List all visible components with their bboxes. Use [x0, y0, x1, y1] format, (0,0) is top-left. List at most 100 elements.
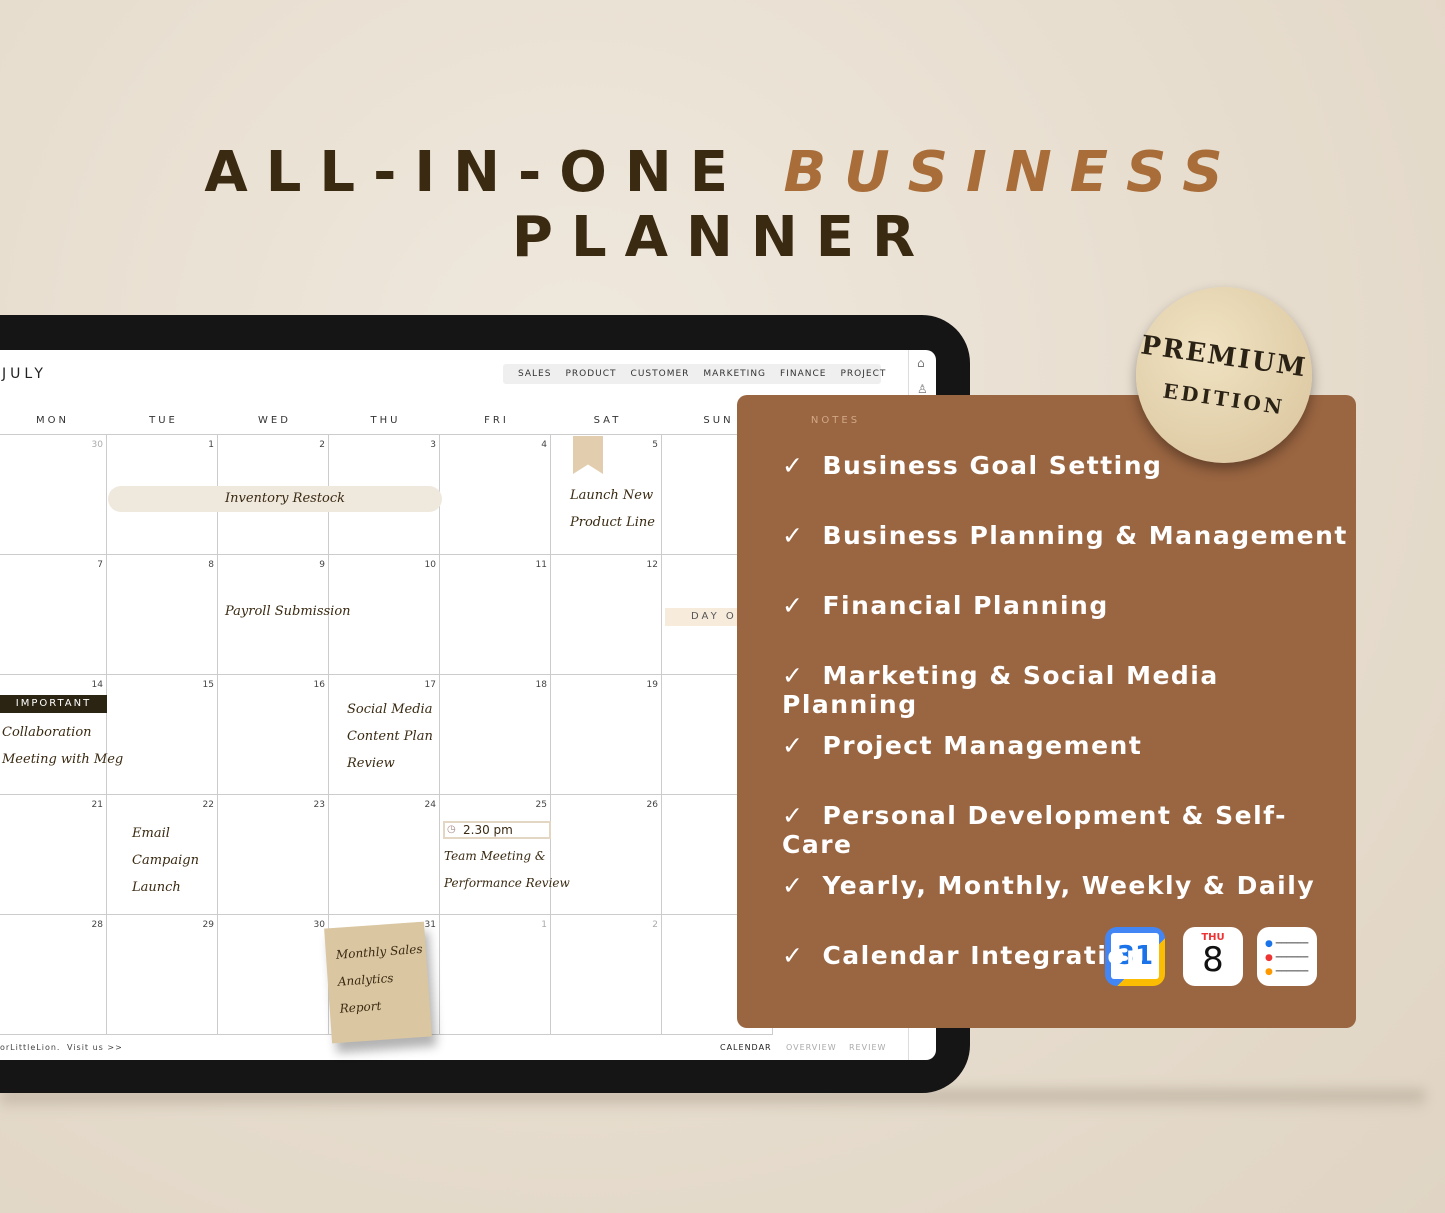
headline-part2: PLANNER — [511, 205, 934, 270]
day-number: 7 — [97, 560, 103, 570]
day-cell[interactable]: 28 — [0, 915, 107, 1035]
weekday-thu: THU — [370, 415, 401, 426]
weekday-tue: TUE — [149, 415, 178, 426]
event-payroll[interactable]: Payroll Submission — [225, 598, 351, 625]
badge-line2: EDITION — [1161, 378, 1287, 420]
tab-customer[interactable]: CUSTOMER — [631, 369, 690, 379]
headline: ALL-IN-ONE BUSINESS PLANNER — [0, 140, 1445, 270]
reminders-icon: ● ────── ● ────── ● ────── — [1257, 927, 1317, 986]
check-icon: ✓ — [782, 801, 805, 830]
ical-date: 8 — [1202, 940, 1224, 980]
tab-sales[interactable]: SALES — [518, 369, 551, 379]
home-icon[interactable]: ⌂ — [917, 356, 925, 370]
day-cell[interactable]: 30 — [218, 915, 329, 1035]
weekday-sat: SAT — [593, 415, 622, 426]
feature-label: Business Planning & Management — [822, 521, 1348, 550]
day-number: 4 — [541, 440, 547, 450]
feature-item: ✓ Personal Development & Self-Care — [782, 801, 1356, 859]
day-cell[interactable]: 19 — [551, 675, 662, 795]
day-cell[interactable]: 11 — [440, 555, 551, 675]
visit-link[interactable]: Visit us >> — [67, 1043, 123, 1052]
day-number: 18 — [535, 680, 547, 690]
feature-item: ✓ Business Goal Setting — [782, 451, 1162, 480]
day-number: 10 — [424, 560, 436, 570]
event-team[interactable]: Team Meeting & Performance Review — [444, 843, 570, 897]
feature-item: ✓ Business Planning & Management — [782, 521, 1348, 550]
event-email[interactable]: Email Campaign Launch — [132, 820, 199, 901]
day-number: 5 — [652, 440, 658, 450]
headline-part1: ALL-IN-ONE — [204, 140, 746, 205]
day-cell[interactable]: 18 — [440, 675, 551, 795]
day-number: 21 — [91, 800, 103, 810]
section-tabs: SALES PRODUCT CUSTOMER MARKETING FINANCE PROJ… — [503, 364, 885, 384]
check-icon: ✓ — [782, 661, 805, 690]
day-number: 2 — [652, 920, 658, 930]
tab-finance[interactable]: FINANCE — [780, 369, 826, 379]
weekday-fri: FRI — [484, 415, 509, 426]
calendar-grid: 2 1 31 30 29 28 26 25 24 23 22 21 19 18 17 16 15 14 12 11 10… — [0, 434, 780, 1044]
day-cell[interactable]: 8 — [107, 555, 218, 675]
event-line: Meeting with Meg — [2, 752, 124, 767]
day-cell[interactable]: 7 — [0, 555, 107, 675]
event-line: Performance Review — [444, 876, 570, 890]
day-number: 9 — [319, 560, 325, 570]
day-cell[interactable]: 30 — [0, 435, 107, 555]
day-cell[interactable]: 1 — [440, 915, 551, 1035]
nav-calendar[interactable]: CALENDAR — [720, 1043, 772, 1052]
day-number: 31 — [424, 920, 436, 930]
day-number: 19 — [646, 680, 658, 690]
day-number: 28 — [91, 920, 103, 930]
event-time[interactable]: ◷ 2.30 pm — [443, 821, 551, 839]
tab-product[interactable]: PRODUCT — [565, 369, 616, 379]
day-cell[interactable]: 29 — [107, 915, 218, 1035]
day-cell[interactable]: 15 — [107, 675, 218, 795]
event-line: Email — [132, 826, 170, 841]
badge-line1: PREMIUM — [1139, 330, 1309, 384]
nav-review[interactable]: REVIEW — [849, 1043, 886, 1052]
event-launch[interactable]: Launch New Product Line — [570, 482, 655, 536]
check-icon: ✓ — [782, 731, 805, 760]
feature-item: ✓ Yearly, Monthly, Weekly & Daily — [782, 871, 1315, 900]
day-cell[interactable]: 21 — [0, 795, 107, 915]
day-cell[interactable]: 16 — [218, 675, 329, 795]
tab-marketing[interactable]: MARKETING — [703, 369, 766, 379]
sticky-note[interactable]: Monthly Sales Analytics Report — [324, 921, 432, 1044]
weekday-wed: WED — [258, 415, 291, 426]
day-cell[interactable]: 23 — [218, 795, 329, 915]
event-collab[interactable]: Collaboration Meeting with Meg — [2, 719, 123, 773]
day-number: 14 — [91, 680, 103, 690]
day-number: 22 — [202, 800, 214, 810]
event-line: Launch — [132, 880, 181, 895]
event-line: Collaboration — [2, 725, 92, 740]
tab-project[interactable]: PROJECT — [840, 369, 886, 379]
day-cell[interactable]: 4 — [440, 435, 551, 555]
check-icon: ✓ — [782, 521, 805, 550]
time-text: 2.30 pm — [463, 823, 513, 837]
day-cell[interactable]: 12 — [551, 555, 662, 675]
day-number: 15 — [202, 680, 214, 690]
weekday-mon: MON — [36, 415, 69, 426]
feature-label: Marketing & Social Media Planning — [782, 661, 1219, 719]
notes-header: NOTES — [810, 415, 861, 426]
month-title: JULY — [2, 366, 47, 382]
event-social[interactable]: Social Media Content Plan Review — [347, 696, 433, 777]
footer-brand: orLittleLion. — [0, 1043, 61, 1052]
clock-icon: ◷ — [447, 824, 456, 835]
day-cell[interactable]: 24 — [329, 795, 440, 915]
event-line: Content Plan — [347, 729, 433, 744]
day-number: 12 — [646, 560, 658, 570]
event-inventory[interactable]: Inventory Restock — [225, 485, 345, 512]
event-line: Social Media — [347, 702, 433, 717]
day-number: 1 — [541, 920, 547, 930]
user-icon[interactable]: ♙ — [917, 382, 928, 396]
day-cell[interactable]: 2 — [551, 915, 662, 1035]
headline-accent: BUSINESS — [783, 140, 1241, 205]
feature-label: Financial Planning — [822, 591, 1109, 620]
nav-overview[interactable]: OVERVIEW — [786, 1043, 837, 1052]
event-line: Review — [347, 756, 395, 771]
premium-badge: PREMIUM EDITION — [1136, 287, 1312, 463]
day-number: 16 — [313, 680, 325, 690]
check-icon: ✓ — [782, 591, 805, 620]
feature-item: ✓ Financial Planning — [782, 591, 1109, 620]
day-number: 25 — [535, 800, 547, 810]
